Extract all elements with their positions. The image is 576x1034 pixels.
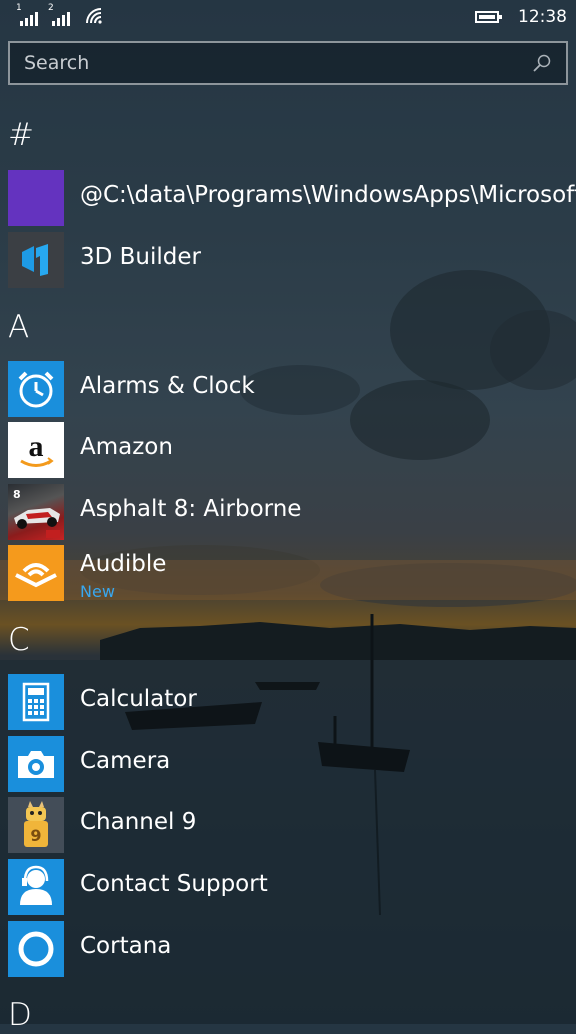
race-car-icon: 8 — [8, 484, 64, 540]
new-badge: New — [80, 582, 115, 601]
svg-text:9: 9 — [30, 826, 41, 845]
group-header-d[interactable]: D — [8, 996, 32, 1034]
wifi-icon — [86, 8, 102, 24]
status-bar: 1 2 12:38 — [0, 0, 576, 36]
app-name: Alarms & Clock — [80, 373, 255, 399]
app-item-channel-9[interactable]: 9 Channel 9 — [8, 797, 576, 853]
group-header-c[interactable]: C — [8, 621, 30, 659]
svg-text:8: 8 — [13, 488, 21, 501]
app-item-camera[interactable]: Camera — [8, 736, 576, 792]
group-header-hash[interactable]: # — [8, 116, 34, 154]
app-item-3d-builder[interactable]: 3D Builder — [8, 232, 576, 288]
app-item-amazon[interactable]: a Amazon — [8, 422, 576, 478]
search-box[interactable] — [8, 41, 568, 85]
app-name: 3D Builder — [80, 244, 201, 270]
search-input[interactable] — [10, 43, 520, 83]
app-name: Asphalt 8: Airborne — [80, 496, 302, 522]
app-name: Cortana — [80, 933, 172, 959]
camera-icon — [8, 736, 64, 792]
calculator-icon — [8, 674, 64, 730]
channel9-mascot-icon: 9 — [8, 797, 64, 853]
app-item-alarms-clock[interactable]: Alarms & Clock — [8, 361, 576, 417]
app-name: Contact Support — [80, 871, 268, 897]
app-item-asphalt-8[interactable]: 8 Asphalt 8: Airborne — [8, 484, 576, 540]
app-list: # @C:\data\Programs\WindowsApps\Microsof… — [0, 0, 576, 1033]
3d-builder-icon — [8, 232, 64, 288]
app-name: Audible — [80, 551, 167, 577]
app-name: Calculator — [80, 686, 197, 712]
support-person-icon — [8, 859, 64, 915]
search-icon[interactable] — [532, 53, 552, 73]
app-name: Amazon — [80, 434, 173, 460]
app-name: @C:\data\Programs\WindowsApps\Microsoft — [80, 182, 576, 208]
app-name: Camera — [80, 748, 171, 774]
alarm-clock-icon — [8, 361, 64, 417]
amazon-icon: a — [8, 422, 64, 478]
blank-icon — [8, 170, 64, 226]
app-item-contact-support[interactable]: Contact Support — [8, 859, 576, 915]
battery-icon — [475, 11, 502, 23]
app-item-audible[interactable]: Audible New — [8, 545, 576, 601]
app-item-cortana[interactable]: Cortana — [8, 921, 576, 977]
group-header-a[interactable]: A — [8, 308, 29, 346]
svg-text:a: a — [29, 430, 44, 463]
clock-time: 12:38 — [518, 7, 567, 27]
app-item-unnamed[interactable]: @C:\data\Programs\WindowsApps\Microsoft — [8, 170, 576, 226]
audible-icon — [8, 545, 64, 601]
app-name: Channel 9 — [80, 809, 197, 835]
app-item-calculator[interactable]: Calculator — [8, 674, 576, 730]
cortana-circle-icon — [8, 921, 64, 977]
